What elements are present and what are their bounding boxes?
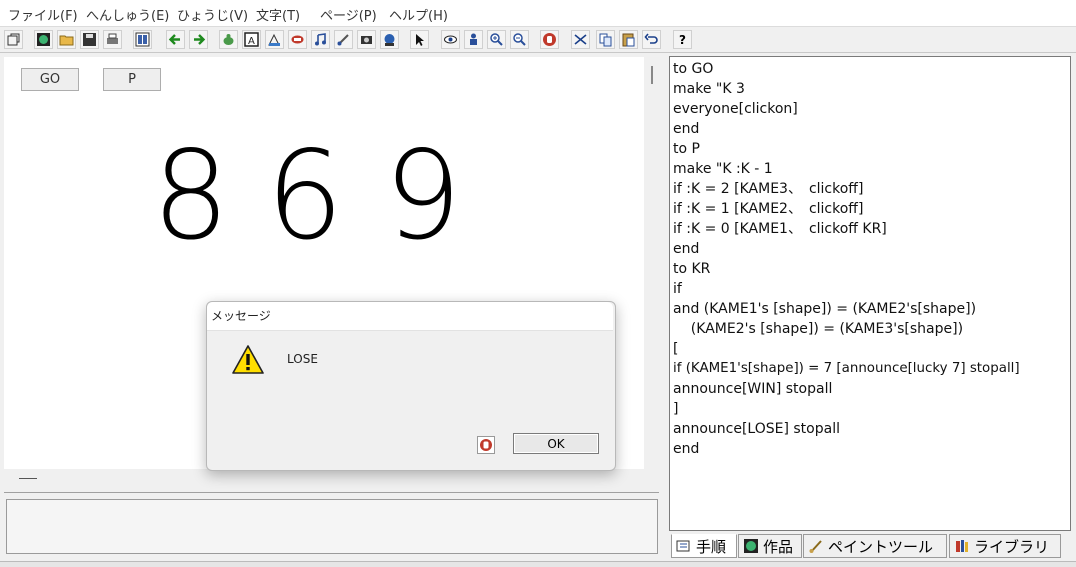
tab-works-label: 作品 bbox=[763, 537, 794, 556]
code-line: to GO bbox=[673, 61, 714, 77]
menu-help[interactable]: ヘルプ(H) bbox=[389, 5, 448, 24]
camera-icon[interactable] bbox=[357, 30, 376, 49]
dialog-title: メッセージ bbox=[211, 309, 271, 323]
tab-works[interactable]: 作品 bbox=[738, 534, 802, 558]
brush-icon[interactable] bbox=[334, 30, 353, 49]
menu-file[interactable]: ファイル(F) bbox=[8, 5, 78, 24]
message-area[interactable] bbox=[6, 499, 658, 554]
person-icon[interactable] bbox=[464, 30, 483, 49]
toolbar: A ? bbox=[0, 27, 1076, 53]
code-line: to P bbox=[673, 141, 700, 157]
paste-icon[interactable] bbox=[619, 30, 638, 49]
stop-hand-icon[interactable] bbox=[540, 30, 559, 49]
library-icon bbox=[954, 538, 970, 554]
code-line: if :K = 0 [KAME1、 clickoff KR] bbox=[673, 221, 887, 237]
turtle-icon[interactable] bbox=[219, 30, 238, 49]
code-line: everyone[clickon] bbox=[673, 101, 798, 117]
procedure-icon bbox=[676, 538, 692, 554]
zoom-in-icon[interactable] bbox=[487, 30, 506, 49]
print-icon[interactable] bbox=[103, 30, 122, 49]
go-button[interactable]: GO bbox=[21, 68, 79, 91]
world-icon[interactable] bbox=[34, 30, 53, 49]
code-line: end bbox=[673, 241, 700, 257]
code-line: end bbox=[673, 121, 700, 137]
code-line: make "K :K - 1 bbox=[673, 161, 773, 177]
help-icon[interactable]: ? bbox=[673, 30, 692, 49]
restore-icon[interactable] bbox=[4, 30, 23, 49]
open-folder-icon[interactable] bbox=[57, 30, 76, 49]
back-arrow-icon[interactable] bbox=[166, 30, 185, 49]
copy-icon[interactable] bbox=[596, 30, 615, 49]
splitter-handle[interactable] bbox=[19, 478, 37, 479]
save-icon[interactable] bbox=[80, 30, 99, 49]
music-note-icon[interactable] bbox=[311, 30, 330, 49]
procedure-editor[interactable]: to GO make "K 3 everyone[clickon] end to… bbox=[669, 56, 1071, 531]
divider bbox=[4, 492, 659, 493]
tab-procedure-label: 手順 bbox=[696, 537, 727, 556]
turtle-digit-1: 8 bbox=[152, 125, 230, 267]
menu-edit[interactable]: へんしゅう(E) bbox=[86, 5, 169, 24]
code-line: announce[LOSE] stopall bbox=[673, 421, 840, 437]
text-box-icon[interactable]: A bbox=[242, 30, 261, 49]
dialog-message: LOSE bbox=[287, 352, 318, 366]
code-line: to KR bbox=[673, 261, 711, 277]
dialog-title-bar[interactable]: メッセージ bbox=[207, 302, 613, 331]
stamp-icon[interactable] bbox=[288, 30, 307, 49]
warning-icon bbox=[231, 344, 265, 376]
paintbrush-icon bbox=[808, 538, 824, 554]
tab-library-label: ライブラリ bbox=[974, 537, 1050, 556]
code-line: if :K = 2 [KAME3、 clickoff] bbox=[673, 181, 864, 197]
canvas-scroll-marker bbox=[651, 66, 653, 84]
menu-page[interactable]: ページ(P) bbox=[320, 5, 377, 24]
code-line: if (KAME1's[shape]) = 7 [announce[lucky … bbox=[673, 361, 1020, 376]
p-button[interactable]: P bbox=[103, 68, 161, 91]
stop-hand-icon[interactable] bbox=[477, 436, 495, 454]
cut-icon[interactable] bbox=[571, 30, 590, 49]
code-line: and (KAME1's [shape]) = (KAME2's[shape]) bbox=[673, 301, 977, 317]
paint-icon[interactable] bbox=[265, 30, 284, 49]
message-dialog: メッセージ LOSE OK bbox=[206, 301, 616, 471]
tab-procedure[interactable]: 手順 bbox=[671, 534, 737, 558]
status-bar bbox=[0, 561, 1076, 567]
undo-icon[interactable] bbox=[642, 30, 661, 49]
zoom-out-icon[interactable] bbox=[510, 30, 529, 49]
svg-text:A: A bbox=[248, 36, 255, 47]
code-line: [ bbox=[673, 341, 679, 357]
menu-bar: ファイル(F) へんしゅう(E) ひょうじ(V) 文字(T) ページ(P) ヘル… bbox=[0, 0, 1076, 27]
ok-button[interactable]: OK bbox=[513, 433, 599, 454]
turtle-digit-3: 9 bbox=[384, 125, 462, 267]
pointer-icon[interactable] bbox=[410, 30, 429, 49]
tab-paint-tool-label: ペイントツール bbox=[828, 537, 934, 556]
code-line: if :K = 1 [KAME2、 clickoff] bbox=[673, 201, 864, 217]
code-line: if bbox=[673, 281, 682, 297]
tab-paint-tool[interactable]: ペイントツール bbox=[803, 534, 947, 558]
tab-library[interactable]: ライブラリ bbox=[949, 534, 1061, 558]
menu-text[interactable]: 文字(T) bbox=[256, 5, 300, 24]
forward-arrow-icon[interactable] bbox=[189, 30, 208, 49]
code-line: (KAME2's [shape]) = (KAME3's[shape]) bbox=[673, 321, 964, 337]
globe-icon[interactable] bbox=[380, 30, 399, 49]
world-icon bbox=[743, 538, 759, 554]
eye-icon[interactable] bbox=[441, 30, 460, 49]
code-line: end bbox=[673, 441, 700, 457]
menu-view[interactable]: ひょうじ(V) bbox=[177, 5, 248, 24]
turtle-digit-2: 6 bbox=[266, 125, 344, 267]
page-layout-icon[interactable] bbox=[133, 30, 152, 49]
code-line: make "K 3 bbox=[673, 81, 745, 97]
code-line: ] bbox=[673, 401, 679, 417]
help-label: ? bbox=[679, 32, 686, 47]
code-line: announce[WIN] stopall bbox=[673, 381, 833, 397]
